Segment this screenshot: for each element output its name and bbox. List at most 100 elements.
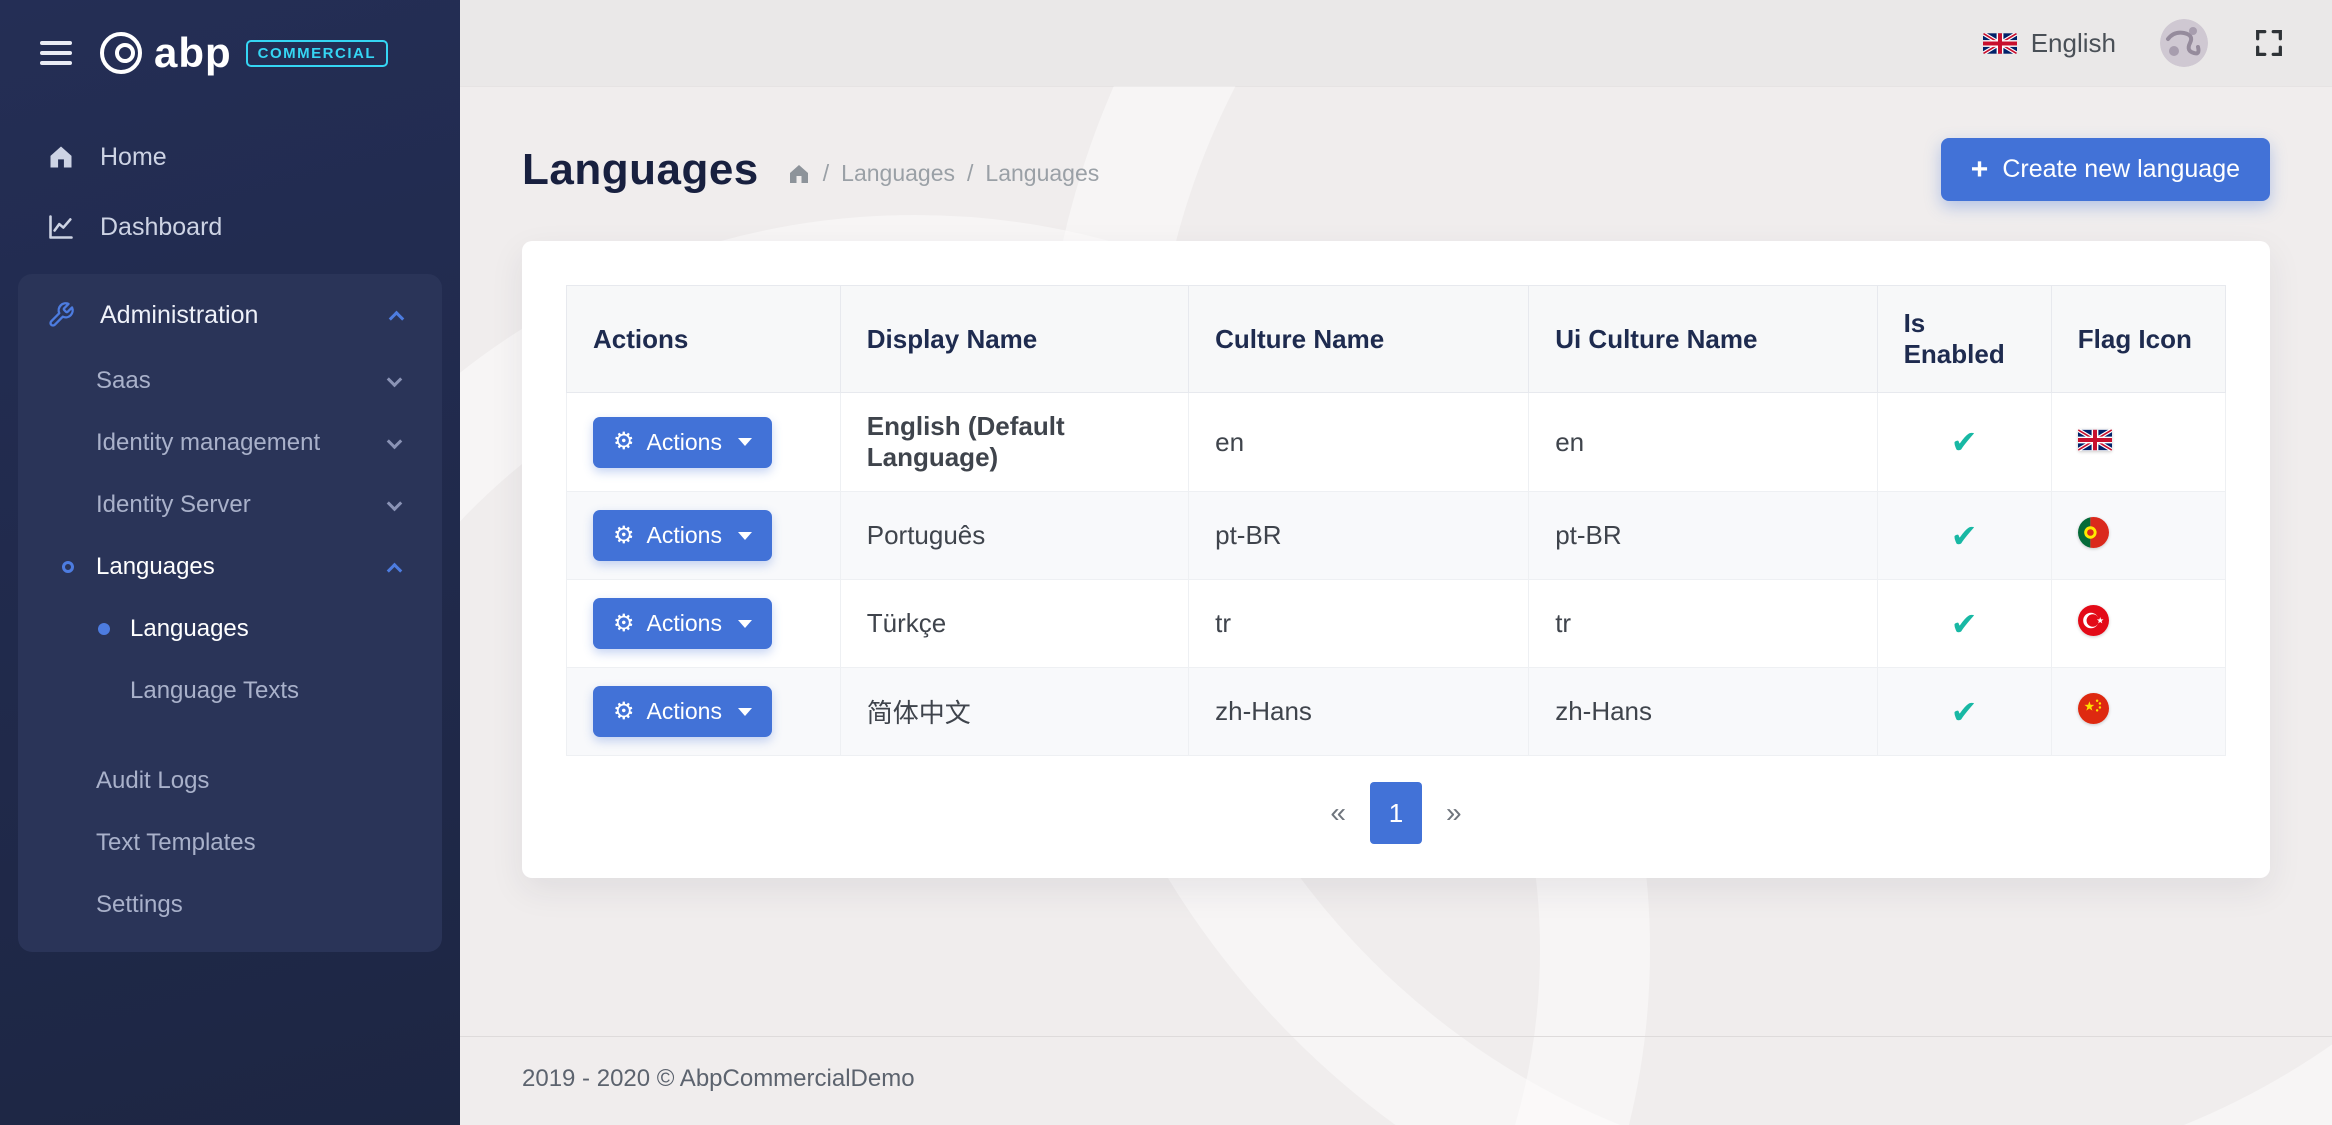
chevron-up-icon xyxy=(389,310,405,326)
pagination-next[interactable]: » xyxy=(1424,789,1484,837)
column-header-ui-culture-name: Ui Culture Name xyxy=(1529,286,1877,393)
ui-culture-name-cell: zh-Hans xyxy=(1529,668,1877,756)
china-flag-icon xyxy=(2078,693,2109,724)
chevron-down-icon xyxy=(387,371,403,387)
create-button-label: Create new language xyxy=(2002,155,2240,184)
languages-table: Actions Display Name Culture Name Ui Cul… xyxy=(566,285,2226,756)
sidebar-item-label: Text Templates xyxy=(96,829,256,857)
table-row: ⚙ Actions English (Default Language) en … xyxy=(567,393,2226,492)
sidebar-item-audit-logs[interactable]: Audit Logs xyxy=(18,750,442,812)
sidebar-item-identity-server[interactable]: Identity Server xyxy=(18,474,442,536)
sidebar-item-settings[interactable]: Settings xyxy=(18,874,442,936)
sidebar-item-text-templates[interactable]: Text Templates xyxy=(18,812,442,874)
ui-culture-name-cell: tr xyxy=(1529,580,1877,668)
sidebar-item-label: Identity management xyxy=(96,429,320,457)
table-header-row: Actions Display Name Culture Name Ui Cul… xyxy=(567,286,2226,393)
pagination-page-1[interactable]: 1 xyxy=(1370,782,1422,844)
fullscreen-icon[interactable] xyxy=(2252,26,2286,60)
chart-icon xyxy=(46,212,76,242)
ring-icon xyxy=(62,561,74,573)
breadcrumb-item[interactable]: Languages xyxy=(985,160,1099,187)
menu-toggle-icon[interactable] xyxy=(40,35,72,71)
chevron-down-icon xyxy=(387,433,403,449)
check-icon: ✔ xyxy=(1951,424,1978,460)
row-actions-button[interactable]: ⚙ Actions xyxy=(593,417,772,468)
sidebar-item-label: Languages xyxy=(96,553,215,581)
pagination-prev[interactable]: « xyxy=(1308,789,1368,837)
row-actions-button[interactable]: ⚙ Actions xyxy=(593,686,772,737)
sidebar-item-identity-management[interactable]: Identity management xyxy=(18,412,442,474)
column-header-display-name: Display Name xyxy=(840,286,1188,393)
table-row: ⚙ Actions Português pt-BR pt-BR ✔ xyxy=(567,492,2226,580)
gear-icon: ⚙ xyxy=(613,700,635,724)
column-header-flag-icon: Flag Icon xyxy=(2051,286,2225,393)
breadcrumb-separator: / xyxy=(823,160,829,187)
row-actions-button[interactable]: ⚙ Actions xyxy=(593,510,772,561)
culture-name-cell: pt-BR xyxy=(1189,492,1529,580)
abp-logo[interactable]: abp COMMERCIAL xyxy=(98,30,388,76)
check-icon: ✔ xyxy=(1951,518,1978,554)
caret-down-icon xyxy=(738,438,752,446)
ui-culture-name-cell: en xyxy=(1529,393,1877,492)
chevron-down-icon xyxy=(387,495,403,511)
administration-group: Administration Saas Identity management … xyxy=(18,274,442,952)
display-name-cell: 简体中文 xyxy=(840,668,1188,756)
breadcrumb-item[interactable]: Languages xyxy=(841,160,955,187)
column-header-actions: Actions xyxy=(567,286,841,393)
culture-name-cell: en xyxy=(1189,393,1529,492)
sidebar-item-label: Administration xyxy=(100,301,258,330)
page-content: Languages / Languages / Languages + Crea… xyxy=(460,86,2332,1036)
topbar: English xyxy=(460,0,2332,86)
sidebar: abp COMMERCIAL Home Dashboard xyxy=(0,0,460,1125)
sidebar-item-languages-child[interactable]: Languages xyxy=(18,598,442,660)
languages-card: Actions Display Name Culture Name Ui Cul… xyxy=(522,241,2270,878)
main-area: English Languages xyxy=(460,0,2332,1125)
pagination: « 1 » xyxy=(566,756,2226,852)
sidebar-item-language-texts[interactable]: Language Texts xyxy=(18,660,442,722)
portugal-flag-icon xyxy=(2078,517,2109,548)
sidebar-item-home[interactable]: Home xyxy=(0,122,460,192)
home-icon[interactable] xyxy=(787,162,811,186)
sidebar-item-dashboard[interactable]: Dashboard xyxy=(0,192,460,262)
language-selector[interactable]: English xyxy=(1983,28,2116,59)
gear-icon: ⚙ xyxy=(613,524,635,548)
display-name-cell: Türkçe xyxy=(840,580,1188,668)
wrench-icon xyxy=(46,300,76,330)
gear-icon: ⚙ xyxy=(613,430,635,454)
logo-commercial-badge: COMMERCIAL xyxy=(246,40,388,67)
caret-down-icon xyxy=(738,532,752,540)
sidebar-item-administration[interactable]: Administration xyxy=(18,280,442,350)
turkey-flag-icon xyxy=(2078,605,2109,636)
table-row: ⚙ Actions 简体中文 zh-Hans zh-Hans ✔ xyxy=(567,668,2226,756)
user-avatar[interactable] xyxy=(2160,19,2208,67)
display-name-cell: English (Default Language) xyxy=(840,393,1188,492)
actions-button-label: Actions xyxy=(647,610,722,637)
table-row: ⚙ Actions Türkçe tr tr ✔ xyxy=(567,580,2226,668)
row-actions-button[interactable]: ⚙ Actions xyxy=(593,598,772,649)
sidebar-item-label: Dashboard xyxy=(100,213,222,242)
sidebar-item-label: Identity Server xyxy=(96,491,251,519)
actions-button-label: Actions xyxy=(647,429,722,456)
logo-text: abp xyxy=(154,32,232,74)
abp-logo-icon xyxy=(98,30,144,76)
check-icon: ✔ xyxy=(1951,606,1978,642)
page-header: Languages / Languages / Languages + Crea… xyxy=(522,138,2270,201)
column-header-is-enabled: Is Enabled xyxy=(1877,286,2051,393)
gear-icon: ⚙ xyxy=(613,612,635,636)
uk-flag-icon xyxy=(1983,33,2017,54)
dot-icon xyxy=(98,623,110,635)
chevron-up-icon xyxy=(387,562,403,578)
ui-culture-name-cell: pt-BR xyxy=(1529,492,1877,580)
sidebar-item-saas[interactable]: Saas xyxy=(18,350,442,412)
footer: 2019 - 2020 © AbpCommercialDemo xyxy=(460,1036,2332,1125)
app-root: abp COMMERCIAL Home Dashboard xyxy=(0,0,2332,1125)
page-title: Languages xyxy=(522,145,759,195)
culture-name-cell: zh-Hans xyxy=(1189,668,1529,756)
breadcrumb-separator: / xyxy=(967,160,973,187)
create-new-language-button[interactable]: + Create new language xyxy=(1941,138,2270,201)
breadcrumb: / Languages / Languages xyxy=(787,160,1099,187)
sidebar-item-languages[interactable]: Languages xyxy=(18,536,442,598)
display-name-cell: Português xyxy=(840,492,1188,580)
sidebar-item-label: Home xyxy=(100,143,167,172)
sidebar-header: abp COMMERCIAL xyxy=(0,0,460,102)
